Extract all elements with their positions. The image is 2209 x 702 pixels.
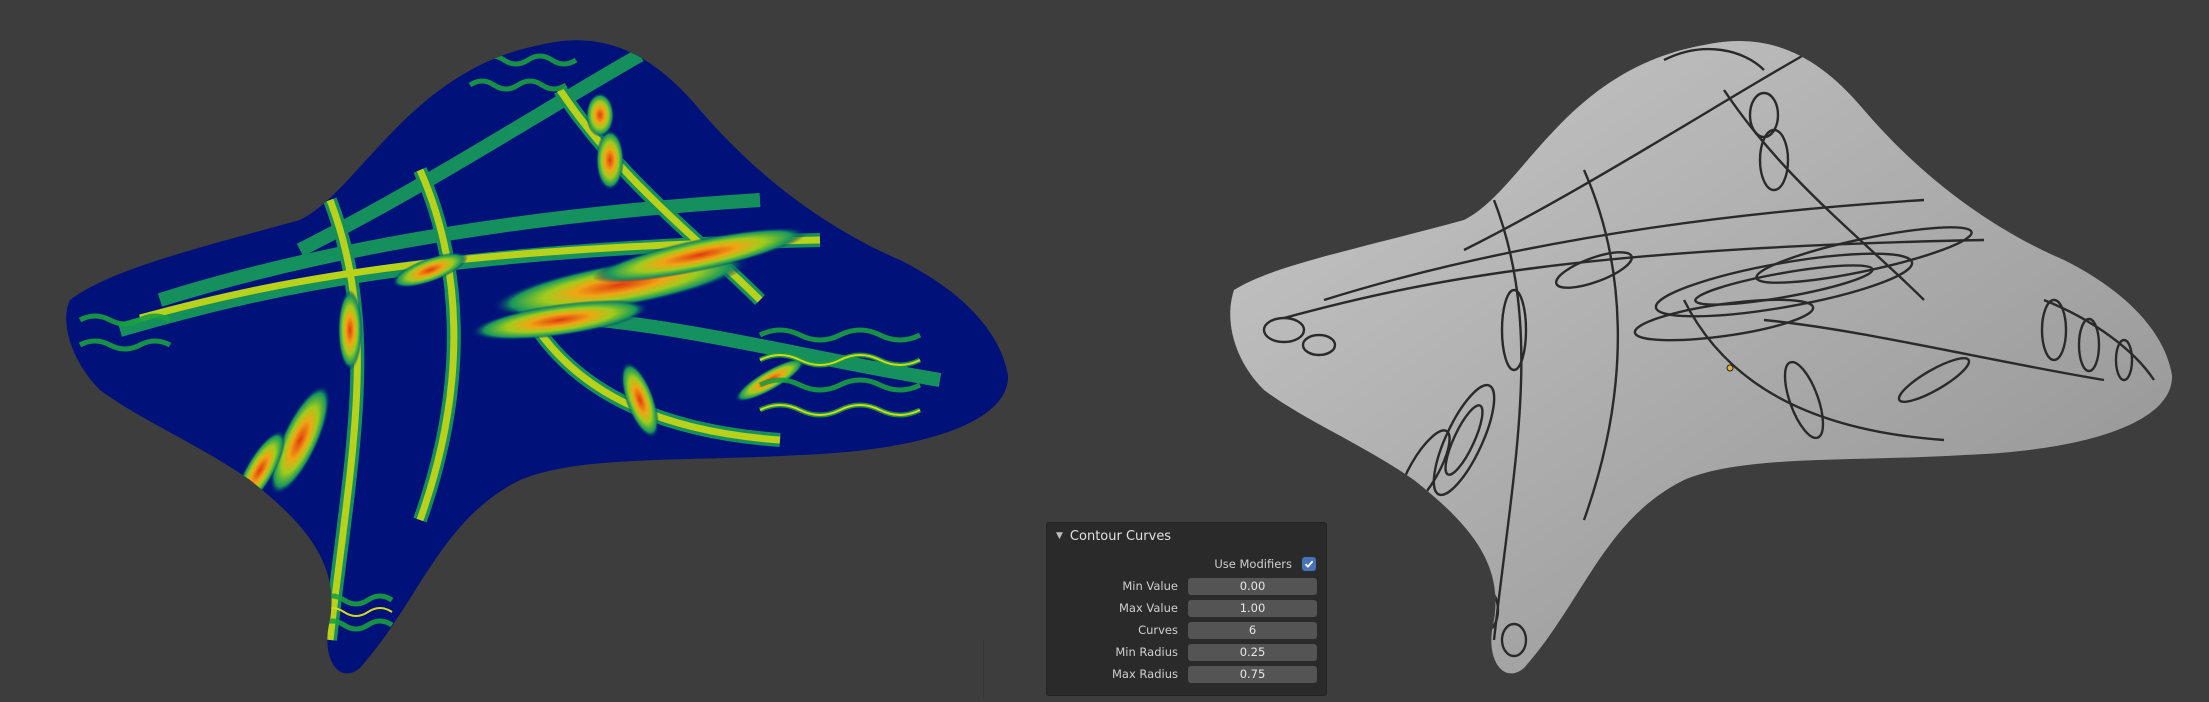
max-value-label: Max Value: [1118, 601, 1178, 615]
curves-field[interactable]: 6: [1188, 621, 1317, 639]
max-value-field[interactable]: 1.00: [1188, 599, 1317, 617]
max-radius-field[interactable]: 0.75: [1188, 665, 1317, 683]
viewport-heatmap[interactable]: [0, 0, 1104, 698]
panel-header[interactable]: ▼ Contour Curves: [1047, 523, 1326, 549]
min-radius-label: Min Radius: [1115, 645, 1178, 659]
use-modifiers-row: Use Modifiers: [1047, 553, 1326, 575]
min-radius-row: Min Radius 0.25: [1047, 641, 1326, 663]
max-value-row: Max Value 1.00: [1047, 597, 1326, 619]
viewport-divider: [983, 640, 984, 698]
min-value-field[interactable]: 0.00: [1188, 577, 1317, 595]
use-modifiers-checkbox[interactable]: [1302, 557, 1316, 571]
panel-title: Contour Curves: [1069, 528, 1172, 544]
use-modifiers-label: Use Modifiers: [1214, 557, 1292, 571]
min-value-row: Min Value 0.00: [1047, 575, 1326, 597]
checkmark-icon: [1304, 560, 1314, 568]
max-radius-row: Max Radius 0.75: [1047, 663, 1326, 685]
triangle-down-icon: ▼: [1056, 531, 1063, 541]
min-value-label: Min Value: [1122, 579, 1178, 593]
max-radius-label: Max Radius: [1112, 667, 1178, 681]
contour-curves-panel: ▼ Contour Curves Use Modifiers Min Value…: [1046, 522, 1327, 696]
origin-point: [1726, 364, 1734, 372]
heatmap-surface: [66, 40, 1009, 674]
min-radius-field[interactable]: 0.25: [1188, 643, 1317, 661]
curves-row: Curves 6: [1047, 619, 1326, 641]
curves-label: Curves: [1138, 623, 1178, 637]
